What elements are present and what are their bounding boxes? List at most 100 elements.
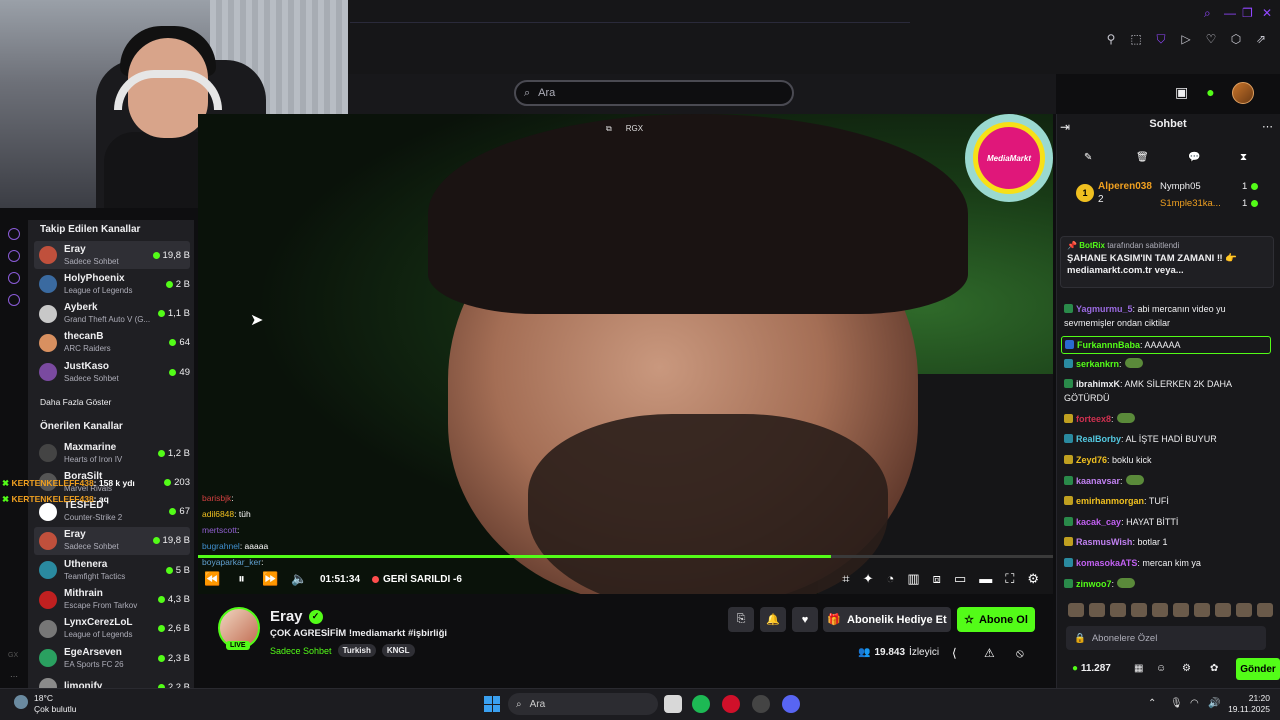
maximize-icon[interactable]: ❐ (1242, 6, 1253, 20)
chat-username[interactable]: kacak_cay (1076, 517, 1121, 527)
chat-settings-icon[interactable]: ⚙ (1182, 663, 1191, 674)
category-link[interactable]: Sadece Sohbet (270, 646, 332, 656)
chat-username[interactable]: FurkannnBaba (1077, 340, 1140, 350)
chat-username[interactable]: RasmusWish (1076, 537, 1132, 547)
sidebar-item-recommended-4[interactable]: Uthenera Teamfight Tactics 5 B (34, 556, 190, 584)
chat-username[interactable]: emirhanmorgan (1076, 496, 1144, 506)
chat-username[interactable]: kaanavsar (1076, 476, 1120, 486)
chat-message[interactable]: Yagmurmu_5: abi mercanın video yu sevmem… (1064, 302, 1274, 330)
chat-message[interactable]: FurkannnBaba: AAAAAA (1061, 336, 1271, 354)
emote-bar[interactable] (1068, 603, 1273, 617)
user-avatar[interactable] (1232, 82, 1254, 104)
chat-username[interactable]: forteex8 (1076, 414, 1111, 424)
report-icon[interactable]: ⚠ (984, 646, 995, 660)
share-icon[interactable]: ⟨ (952, 646, 957, 660)
chat-message[interactable]: RasmusWish: botlar 1 (1064, 535, 1274, 549)
show-more-link[interactable]: Daha Fazla Göster (40, 397, 111, 407)
chat-message[interactable]: kacak_cay: HAYAT BİTTİ (1064, 515, 1274, 529)
video-player[interactable] (198, 114, 1053, 594)
clock-icon[interactable] (8, 250, 20, 262)
sparkle-icon[interactable]: ✦ (863, 571, 874, 587)
chat-message[interactable]: ibrahimxK: AMK SİLERKEN 2K DAHA GÖTÜRDÜ (1064, 377, 1274, 405)
chat-input[interactable]: 🔒 Abonelere Özel (1066, 626, 1266, 650)
clip-button[interactable]: ⎘ (728, 607, 754, 632)
volume-icon[interactable]: 🔈 (285, 571, 314, 587)
chat-message[interactable]: zinwoo7: (1064, 577, 1274, 591)
sidebar-item-recommended-3[interactable]: Eray Sadece Sohbet 19,8 B (34, 526, 190, 555)
rewind-icon[interactable]: ⏪ (198, 571, 227, 587)
emoji-icon[interactable]: ☺ (1156, 663, 1166, 674)
stats-icon[interactable]: ▥ (907, 571, 919, 587)
kick-icon[interactable]: ● (1206, 84, 1214, 101)
weather-widget[interactable]: 18°C Çok bulutlu (34, 693, 77, 715)
chat-message[interactable]: forteex8: (1064, 412, 1274, 426)
opera-gx-icon[interactable] (722, 695, 740, 713)
heart-icon[interactable]: ♡ (1204, 32, 1218, 47)
chat-message[interactable]: Zeyd76: boklu kick (1064, 453, 1274, 467)
theater-icon[interactable]: ▭ (954, 571, 966, 587)
fullscreen-icon[interactable]: ⛶ (1005, 571, 1014, 587)
pinned-message[interactable]: 📌 BotRix tarafından sabitlendi ŞAHANE KA… (1060, 236, 1274, 288)
chat-username[interactable]: komasokaATS (1076, 558, 1137, 568)
puzzle-icon[interactable] (8, 272, 20, 284)
chat-bubble-icon[interactable]: 💬 (1188, 152, 1200, 163)
subscribe-button[interactable]: ☆ Abone Ol (957, 607, 1035, 632)
chat-message[interactable]: kaanavsar: (1064, 474, 1274, 488)
sidebar-item-followed-2[interactable]: Ayberk Grand Theft Auto V (G... 1,1 B (34, 300, 190, 328)
chat-username[interactable]: RealBorby (1076, 434, 1121, 444)
clip-icon[interactable]: ⌗ (842, 571, 849, 587)
crop-icon[interactable]: ⬚ (1129, 32, 1143, 47)
system-clock[interactable]: 21:20 19.11.2025 (1228, 693, 1270, 715)
gift-sub-button[interactable]: 🎁 Abonelik Hediye Et (823, 607, 951, 632)
hourglass-icon[interactable]: ⧗ (1240, 152, 1247, 163)
pin-icon[interactable]: ⚲ (1104, 32, 1118, 47)
tag-kngl[interactable]: KNGL (381, 644, 415, 657)
sidebar-item-recommended-7[interactable]: EgeArseven EA Sports FC 26 2,3 B (34, 644, 190, 672)
tag-turkish[interactable]: Turkish (337, 644, 376, 657)
chat-username[interactable]: serkankrn (1076, 359, 1119, 369)
search-icon[interactable]: ⌕ (1204, 6, 1211, 21)
chat-message[interactable]: serkankrn: (1064, 357, 1274, 371)
speed-icon[interactable]: ◔ (887, 571, 895, 587)
minimize-player-icon[interactable]: ▬ (979, 571, 992, 587)
search-input[interactable]: ⌕ Ara (514, 80, 794, 106)
tray-chevron-icon[interactable]: ⌃ (1148, 698, 1156, 709)
trash-icon[interactable]: 🗑 (1136, 152, 1149, 163)
sidebar-item-followed-0[interactable]: Eray Sadece Sohbet 19,8 B (34, 241, 190, 269)
pip-icon[interactable]: ⧈ (933, 571, 941, 587)
store-icon[interactable]: ▣ (1175, 84, 1188, 101)
sidebar-item-recommended-6[interactable]: LynxCerezLoL League of Legends 2,6 B (34, 615, 190, 643)
chat-username[interactable]: Yagmurmu_5 (1076, 304, 1133, 314)
shield-icon[interactable]: ⛉ (1154, 32, 1168, 47)
popout-icon[interactable]: ⧉ (606, 124, 612, 134)
file-explorer-icon[interactable] (664, 695, 682, 713)
more-icon[interactable]: ⋯ (10, 672, 18, 681)
mic-icon[interactable]: 🎙 (1170, 698, 1183, 709)
share-icon[interactable]: ⇗ (1254, 32, 1268, 47)
play-icon[interactable]: ▷ (1179, 32, 1193, 47)
channel-name[interactable]: Eray ✓ (270, 608, 323, 625)
chat-username[interactable]: zinwoo7 (1076, 579, 1112, 589)
sidebar-item-recommended-0[interactable]: Maxmarine Hearts of Iron IV 1,2 B (34, 439, 190, 467)
sidebar-item-followed-3[interactable]: thecanB ARC Raiders 64 (34, 329, 190, 357)
chat-username[interactable]: ibrahimxK (1076, 379, 1120, 389)
send-button[interactable]: Gönder (1236, 658, 1280, 680)
taskbar-search[interactable]: ⌕ Ara (508, 693, 658, 715)
wifi-icon[interactable]: ◠ (1190, 698, 1199, 709)
sidebar-item-followed-1[interactable]: HolyPhoenix League of Legends 2 B (34, 270, 190, 298)
chat-message[interactable]: komasokaATS: mercan kim ya (1064, 556, 1274, 570)
sidebar-item-recommended-5[interactable]: Mithrain Escape From Tarkov 4,3 B (34, 586, 190, 614)
discord-icon[interactable] (782, 695, 800, 713)
more-options-icon[interactable]: ⦸ (1016, 646, 1024, 661)
chat-username[interactable]: Zeyd76 (1076, 455, 1107, 465)
channel-points[interactable]: ● 11.287 (1072, 663, 1111, 674)
follow-heart-icon[interactable]: ♥ (792, 607, 818, 632)
emote-picker-icon[interactable]: ✿ (1210, 663, 1218, 674)
pause-icon[interactable]: ⏸ (227, 571, 256, 587)
chat-message[interactable]: emirhanmorgan: TUFİ (1064, 494, 1274, 508)
gift-box-icon[interactable]: ▦ (1134, 663, 1143, 674)
spotify-icon[interactable] (692, 695, 710, 713)
settings-icon[interactable] (8, 294, 20, 306)
chat-menu-icon[interactable]: ⋯ (1262, 120, 1273, 133)
video-progress-bar[interactable] (198, 555, 1053, 558)
